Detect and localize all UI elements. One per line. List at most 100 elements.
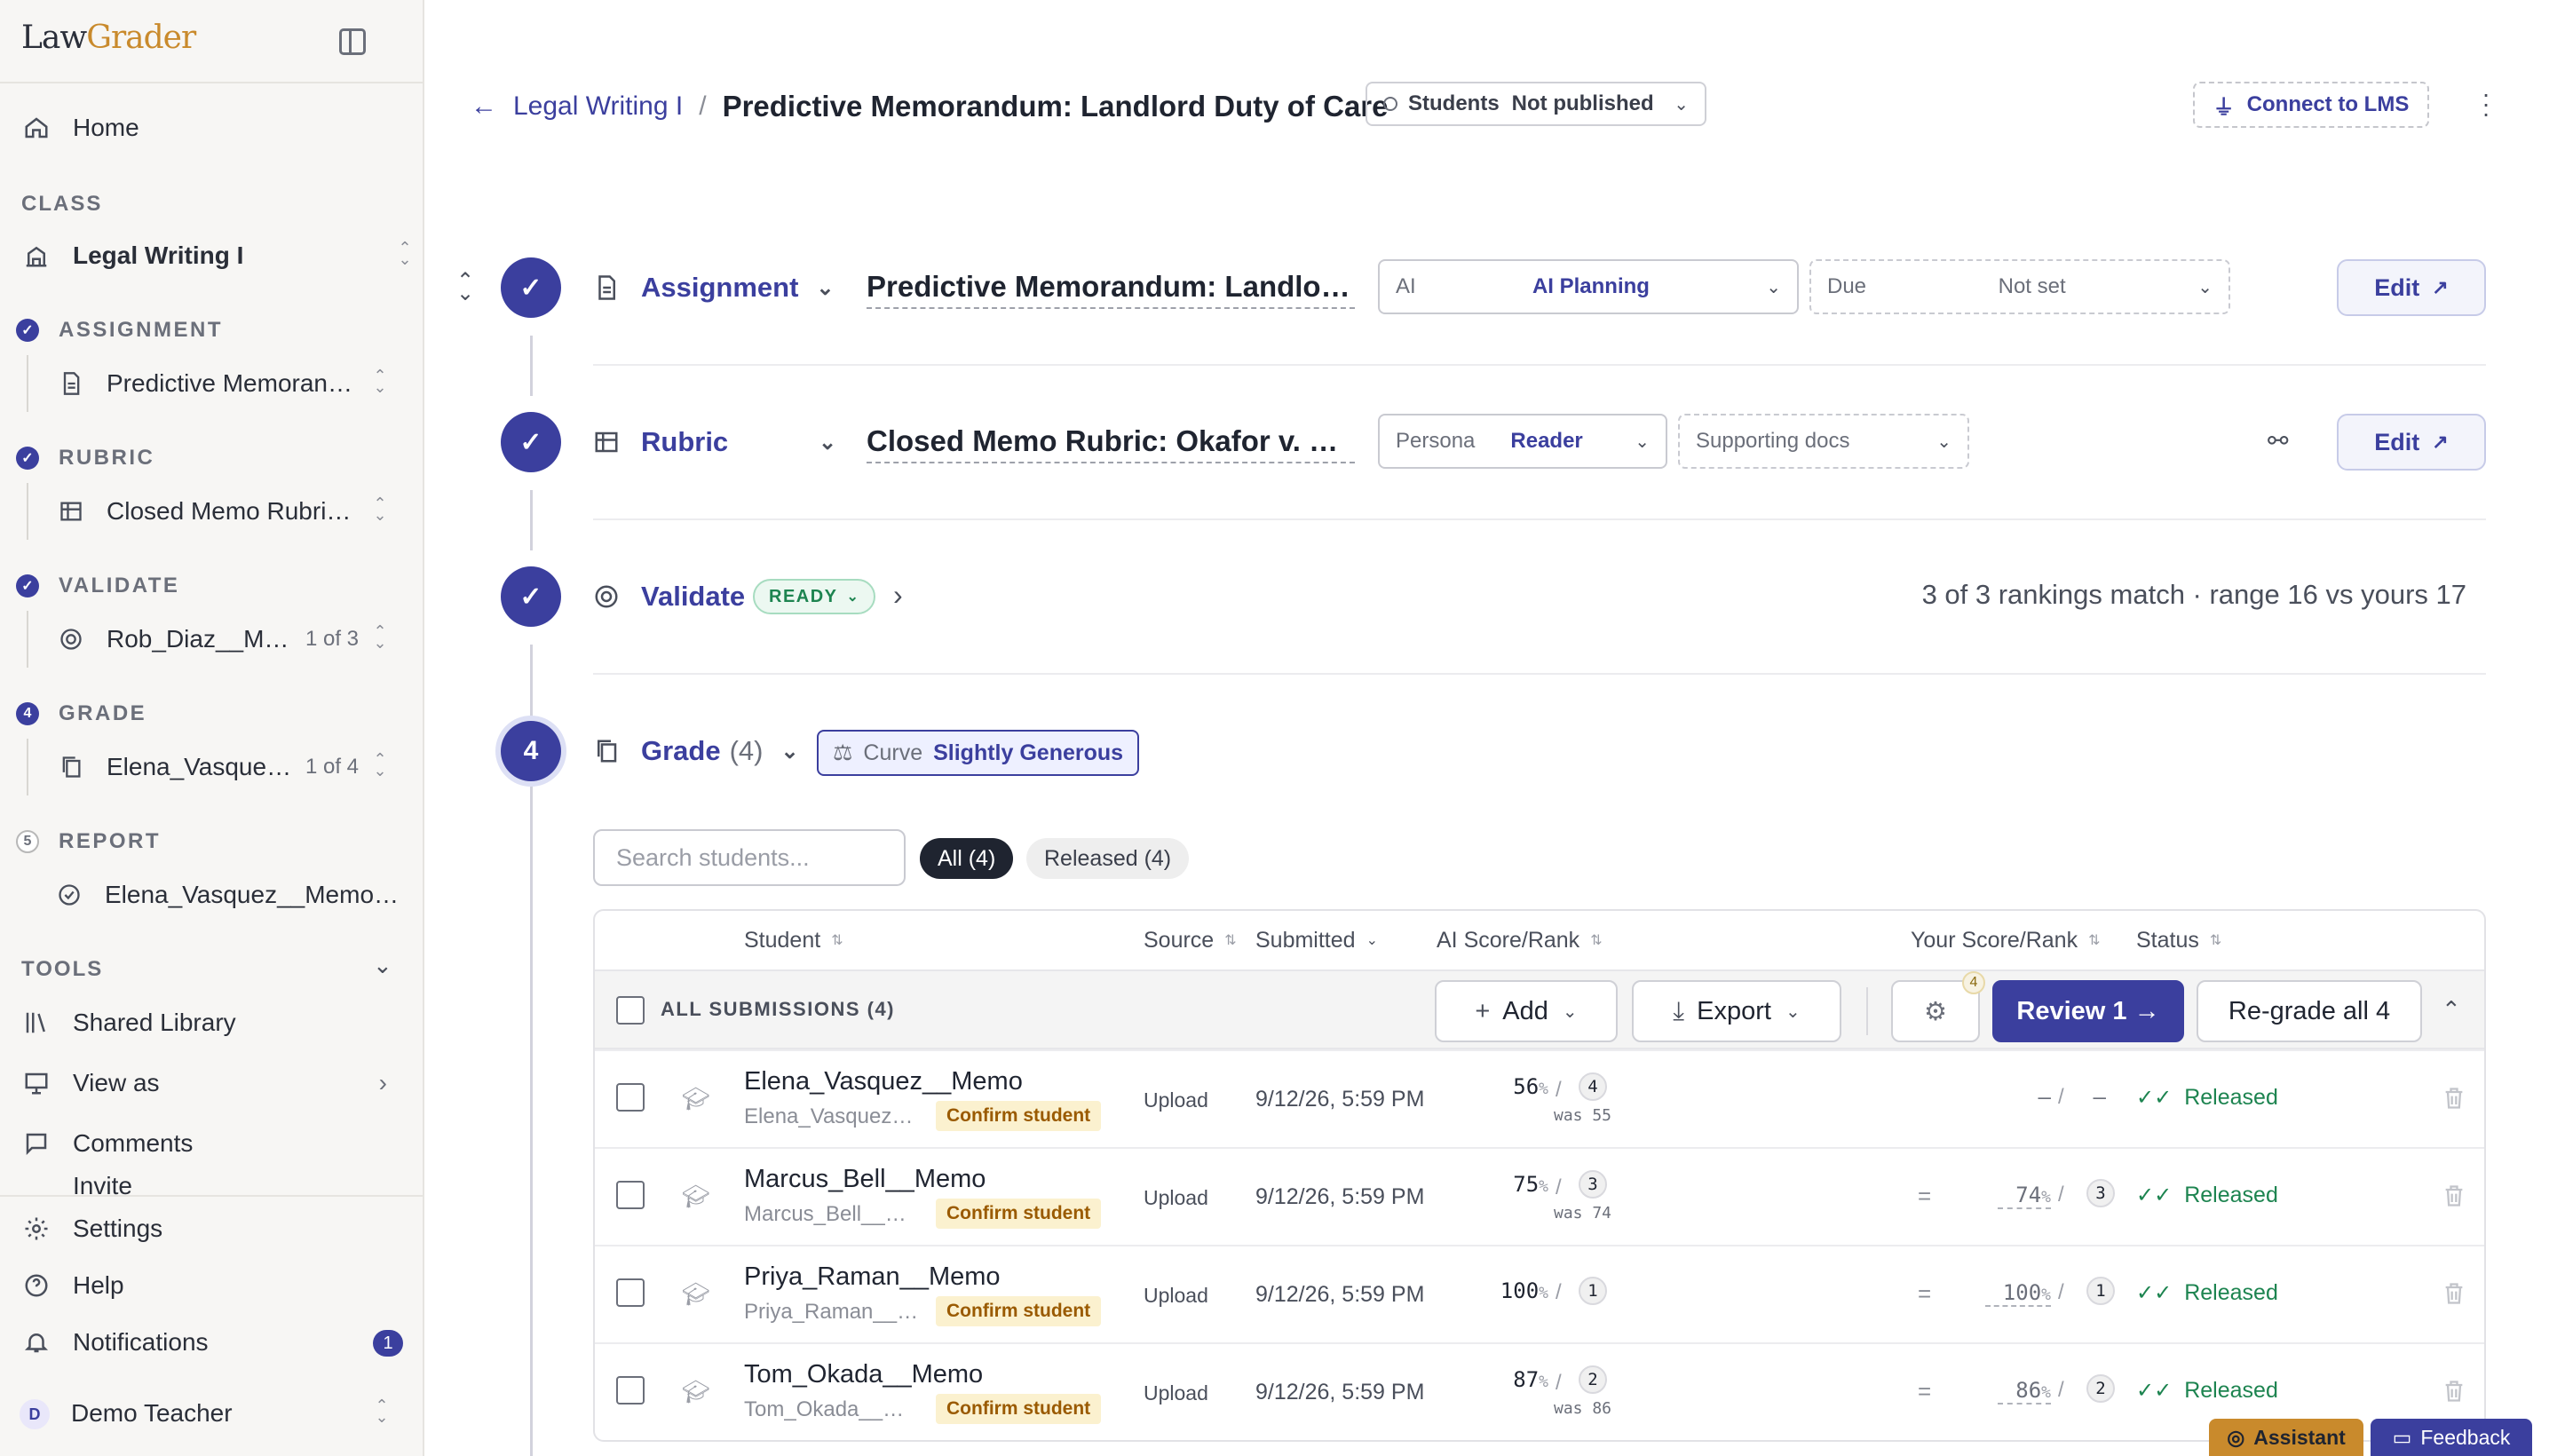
filter-released[interactable]: Released (4) (1026, 838, 1190, 879)
chevron-down-icon[interactable]: ⌄ (373, 952, 392, 979)
supporting-docs-dropdown[interactable]: Supporting docs ⌄ (1678, 414, 1969, 469)
sidebar-item-notifications[interactable]: Notifications (0, 1316, 424, 1369)
graduation-cap-icon: 🎓︎ (682, 1184, 710, 1209)
status-badge[interactable]: READY ⌄ (753, 579, 876, 614)
confirm-student-badge[interactable]: Confirm student (936, 1101, 1102, 1131)
sidebar-item-invite[interactable]: Invite (0, 1172, 424, 1196)
row-checkbox[interactable] (616, 1278, 645, 1307)
step-heading-assignment: ✓ ASSIGNMENT (16, 318, 223, 343)
validate-step-toggle[interactable]: Validate (593, 581, 745, 613)
column-submitted[interactable]: Submitted ⌄ (1255, 928, 1378, 954)
trash-icon[interactable] (2442, 1183, 2466, 1211)
student-file-name[interactable]: Elena_Vasquez__Memo (744, 1067, 1023, 1096)
confirm-student-badge[interactable]: Confirm student (936, 1394, 1102, 1424)
students-publish-dropdown[interactable]: Students Not published ⌄ (1366, 82, 1706, 126)
external-arrow-icon: ↗ (2432, 431, 2449, 453)
connect-lms-button[interactable]: ⏚ Connect to LMS (2193, 82, 2429, 128)
sidebar-item-assignment[interactable]: Predictive Memorandum: Landlord Duty of … (27, 355, 400, 412)
row-checkbox[interactable] (616, 1376, 645, 1405)
assignment-step-toggle[interactable]: Assignment ⌄ (593, 272, 835, 304)
student-file-name[interactable]: Marcus_Bell__Memo (744, 1165, 986, 1194)
curve-selector[interactable]: ⚖ Curve Slightly Generous (817, 730, 1140, 776)
row-checkbox[interactable] (616, 1181, 645, 1209)
table-row[interactable]: 🎓︎ Priya_Raman__Memo Priya_Raman__Memo C… (595, 1245, 2484, 1342)
edit-rubric-button[interactable]: Edit ↗ (2337, 414, 2486, 471)
due-date-dropdown[interactable]: Due Not set ⌄ (1809, 259, 2230, 314)
trash-icon[interactable] (2442, 1280, 2466, 1309)
class-selector[interactable]: Legal Writing I ⌃ ⌄ (0, 229, 424, 282)
table-row[interactable]: 🎓︎ Elena_Vasquez__Memo Elena_Vasquez__Me… (595, 1049, 2484, 1147)
assignment-document-name[interactable]: Predictive Memorandum: Landlord Duty of … (867, 270, 1355, 309)
app-logo[interactable]: LawGrader (21, 20, 196, 56)
table-row[interactable]: 🎓︎ Marcus_Bell__Memo Marcus_Bell__Memo C… (595, 1147, 2484, 1245)
confirm-student-badge[interactable]: Confirm student (936, 1296, 1102, 1326)
your-rank: 1 (2086, 1277, 2115, 1305)
column-your-score[interactable]: Your Score/Rank ⇅ (1911, 928, 2100, 954)
sort-icon: ⇅ (2209, 933, 2222, 948)
collapse-all-icon[interactable]: ⌃ ⌄ (456, 271, 474, 305)
confirm-student-badge[interactable]: Confirm student (936, 1199, 1102, 1229)
arrow-left-icon[interactable]: ← (471, 91, 497, 122)
column-source[interactable]: Source ⇅ (1144, 928, 1237, 954)
timeline-connector (530, 490, 533, 550)
score-separator: / (1556, 1280, 1562, 1304)
edit-assignment-button[interactable]: Edit ↗ (2337, 259, 2486, 316)
sidebar-item-settings[interactable]: Settings (0, 1202, 424, 1255)
student-file-name[interactable]: Priya_Raman__Memo (744, 1262, 1001, 1292)
sidebar-item-home[interactable]: Home (0, 101, 424, 154)
table-row[interactable]: 🎓︎ Tom_Okada__Memo Tom_Okada__Memo Confi… (595, 1342, 2484, 1440)
export-button[interactable]: ⤓ Export ⌄ (1632, 980, 1841, 1042)
student-file-name[interactable]: Tom_Okada__Memo (744, 1360, 983, 1389)
search-input[interactable]: Search students... (593, 829, 906, 886)
breadcrumb-class-link[interactable]: Legal Writing I (513, 91, 683, 122)
score-separator: / (2058, 1085, 2064, 1109)
sidebar-item-view-as[interactable]: View as › (0, 1056, 424, 1110)
trash-icon[interactable] (2442, 1085, 2466, 1113)
review-button[interactable]: Review 1 → (1992, 980, 2184, 1042)
your-score[interactable]: 74% (1998, 1183, 2051, 1209)
grade-step-toggle[interactable]: Grade (4) ⌄ (593, 735, 799, 767)
chevron-down-icon: ⌄ (819, 430, 837, 455)
sidebar-item-validate[interactable]: Rob_Diaz__Memo 1 of 3 ⌃ ⌄ (27, 611, 400, 668)
your-score[interactable]: 86% (1998, 1378, 2051, 1405)
filter-all[interactable]: All (4) (920, 838, 1014, 879)
step-complete-check-icon: ✓ (501, 257, 561, 318)
step-complete-check-icon: ✓ (501, 412, 561, 472)
add-button[interactable]: + Add ⌄ (1435, 980, 1618, 1042)
export-label: Export (1697, 996, 1771, 1025)
persona-dropdown[interactable]: Persona Reader ⌄ (1378, 414, 1667, 469)
rubric-step-toggle[interactable]: Rubric ⌄ (593, 426, 836, 458)
column-status[interactable]: Status ⇅ (2136, 928, 2221, 954)
row-checkbox[interactable] (616, 1083, 645, 1112)
user-menu[interactable]: Demo Teacher ⌃ ⌄ (0, 1387, 424, 1440)
more-menu-icon[interactable]: · · · (2477, 82, 2495, 126)
regrade-all-button[interactable]: Re-grade all 4 (2197, 980, 2422, 1042)
step-item-count: 1 of 3 (305, 627, 359, 651)
sidebar-item-rubric[interactable]: Closed Memo Rubric: Okafor v. Hartwell ⌃… (27, 483, 400, 540)
sidebar-item-comments[interactable]: Comments (0, 1117, 424, 1170)
sidebar-item-label: Settings (73, 1215, 163, 1242)
sidebar-toggle-icon[interactable] (339, 28, 366, 55)
sidebar-item-report[interactable]: Elena_Vasquez__Memo.docx (27, 866, 400, 923)
chevron-right-icon[interactable]: › (893, 579, 903, 612)
rubric-document-name[interactable]: Closed Memo Rubric: Okafor v. Hartwell (867, 424, 1355, 463)
chevron-up-icon[interactable]: ⌃ (2442, 996, 2461, 1024)
your-score[interactable]: 100% (1985, 1280, 2051, 1307)
ai-planning-dropdown[interactable]: AI AI Planning ⌄ (1378, 259, 1799, 314)
assistant-button[interactable]: ◎ Assistant (2209, 1419, 2363, 1456)
step-number: 5 (16, 830, 39, 853)
sidebar-item-shared-library[interactable]: Shared Library (0, 996, 424, 1049)
column-ai-score[interactable]: AI Score/Rank ⇅ (1437, 928, 1603, 954)
column-student[interactable]: Student ⇅ (744, 928, 843, 954)
your-score[interactable]: — (2015, 1085, 2051, 1110)
ai-score: 56% (1513, 1074, 1548, 1099)
feedback-button[interactable]: ▭ Feedback (2371, 1419, 2532, 1456)
settings-badge: 4 (1962, 971, 1985, 994)
select-all-checkbox[interactable] (616, 996, 645, 1025)
trash-icon[interactable] (2442, 1378, 2466, 1406)
tools-heading: TOOLS (21, 957, 104, 981)
unlink-icon[interactable]: ⚯ (2268, 426, 2288, 455)
sidebar-item-help[interactable]: Help (0, 1259, 424, 1312)
supporting-docs-label: Supporting docs (1696, 429, 1850, 453)
sidebar-item-grade[interactable]: Elena_Vasquez__Memo 1 of 4 ⌃⌄ (27, 739, 400, 795)
